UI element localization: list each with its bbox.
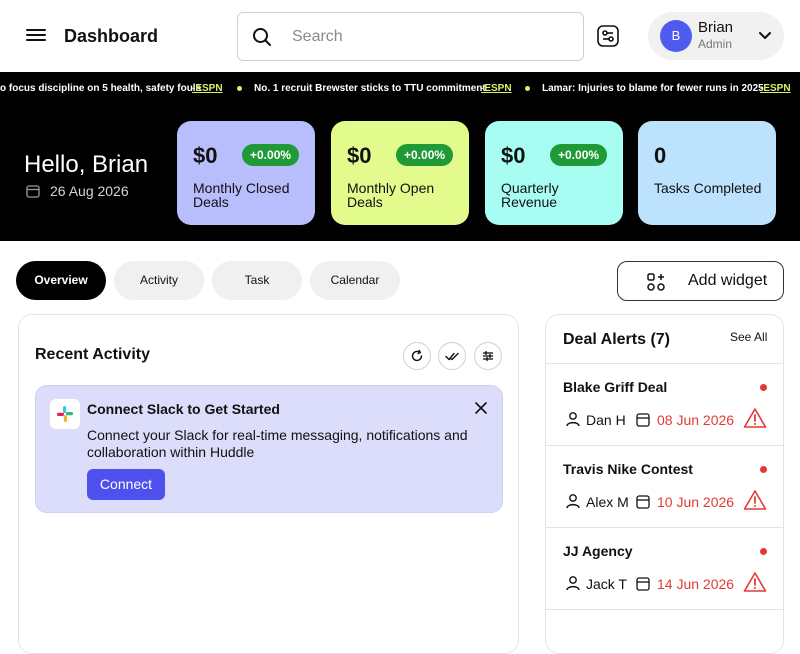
see-all-link[interactable]: See All xyxy=(730,330,767,344)
stat-value: $0 xyxy=(193,143,218,168)
add-widget-label: Add widget xyxy=(688,272,768,289)
search-input[interactable] xyxy=(292,25,572,49)
deal-owner: Alex M xyxy=(586,494,629,510)
activity-filter-button[interactable] xyxy=(474,342,502,370)
slack-connect-card: Connect Slack to Get Started Connect you… xyxy=(35,385,503,513)
tab-task[interactable]: Task xyxy=(212,261,302,300)
deal-alerts-title: Deal Alerts (7) xyxy=(563,331,670,348)
unread-dot xyxy=(760,548,767,555)
deal-owner: Jack T xyxy=(586,576,627,592)
stat-label: Monthly Closed Deals xyxy=(193,180,290,210)
page-title: Dashboard xyxy=(64,26,159,46)
stat-card-monthly-closed-deals[interactable]: $0 +0.00% Monthly Closed Deals xyxy=(177,121,315,225)
ticker-separator xyxy=(237,86,242,91)
deal-alert-item[interactable]: Blake Griff Deal Dan H 08 Jun 2026 xyxy=(546,364,783,446)
calendar-icon xyxy=(636,495,650,509)
ticker-separator xyxy=(525,86,530,91)
refresh-icon xyxy=(411,349,423,362)
double-check-icon xyxy=(445,352,459,361)
stat-value: $0 xyxy=(347,143,372,168)
tab-calendar[interactable]: Calendar xyxy=(310,261,400,300)
slack-card-description: Connect your Slack for real-time messagi… xyxy=(87,427,468,460)
refresh-button[interactable] xyxy=(403,342,431,370)
deal-owner: Dan H xyxy=(586,412,626,428)
deal-due-date: 08 Jun 2026 xyxy=(657,412,735,428)
user-name: Brian xyxy=(698,19,734,36)
connect-slack-button[interactable]: Connect xyxy=(87,469,165,500)
chevron-down-icon xyxy=(759,32,771,39)
ticker-headline[interactable]: No. 1 recruit Brewster sticks to TTU com… xyxy=(254,83,486,94)
change-badge: +0.00% xyxy=(550,144,608,166)
person-icon xyxy=(566,576,580,591)
ticker-source[interactable]: -ESPN xyxy=(481,83,512,94)
person-icon xyxy=(566,494,580,509)
recent-activity-title: Recent Activity xyxy=(35,346,150,363)
avatar: B xyxy=(660,20,692,52)
calendar-icon xyxy=(26,185,40,198)
unread-dot xyxy=(760,466,767,473)
user-menu[interactable]: B Brian Admin xyxy=(648,12,784,60)
top-header: Dashboard B Brian Admin xyxy=(0,0,800,72)
deal-alert-item[interactable]: Travis Nike Contest Alex M 10 Jun 2026 xyxy=(546,446,783,528)
hamburger-menu-icon[interactable] xyxy=(24,26,48,46)
welcome-banner: Hello, Brian 26 Aug 2026 $0 +0.00% Month… xyxy=(0,105,800,241)
calendar-icon xyxy=(636,577,650,591)
deal-due-date: 10 Jun 2026 xyxy=(657,494,735,510)
deal-due-date: 14 Jun 2026 xyxy=(657,576,735,592)
greeting-text: Hello, Brian xyxy=(24,151,149,178)
ticker-headline[interactable]: o focus discipline on 5 health, safety f… xyxy=(0,83,201,94)
news-ticker: o focus discipline on 5 health, safety f… xyxy=(0,72,800,105)
stat-value: $0 xyxy=(501,143,526,168)
slack-logo-icon xyxy=(50,399,80,429)
user-role: Admin xyxy=(698,37,733,51)
change-badge: +0.00% xyxy=(396,144,454,166)
tab-activity[interactable]: Activity xyxy=(114,261,204,300)
close-icon[interactable] xyxy=(473,400,489,416)
deal-name: Travis Nike Contest xyxy=(563,461,693,477)
stat-card-tasks-completed[interactable]: 0 Tasks Completed xyxy=(638,121,776,225)
deal-name: JJ Agency xyxy=(563,543,633,559)
warning-icon xyxy=(743,408,767,428)
deal-alert-item[interactable]: JJ Agency Jack T 14 Jun 2026 xyxy=(546,528,783,610)
ticker-source[interactable]: -ESPN xyxy=(192,83,223,94)
stat-value: 0 xyxy=(654,143,667,168)
stat-label: Tasks Completed xyxy=(654,180,762,196)
warning-icon xyxy=(743,490,767,510)
warning-icon xyxy=(743,572,767,592)
search-icon xyxy=(253,28,271,46)
stat-label: Quarterly Revenue xyxy=(501,180,559,210)
tab-overview[interactable]: Overview xyxy=(16,261,106,300)
filter-settings-icon[interactable] xyxy=(596,24,620,48)
person-icon xyxy=(566,412,580,427)
slack-card-title: Connect Slack to Get Started xyxy=(87,401,280,417)
change-badge: +0.00% xyxy=(242,144,300,166)
calendar-icon xyxy=(636,413,650,427)
sliders-icon xyxy=(483,351,493,361)
ticker-headline[interactable]: Lamar: Injuries to blame for fewer runs … xyxy=(542,83,764,94)
deal-name: Blake Griff Deal xyxy=(563,379,668,395)
search-box[interactable] xyxy=(237,12,584,61)
add-widget-button[interactable]: Add widget xyxy=(617,261,784,301)
ticker-source[interactable]: -ESPN xyxy=(760,83,791,94)
stat-card-quarterly-revenue[interactable]: $0 +0.00% Quarterly Revenue xyxy=(485,121,623,225)
date-label: 26 Aug 2026 xyxy=(50,183,129,199)
stat-card-monthly-open-deals[interactable]: $0 +0.00% Monthly Open Deals xyxy=(331,121,469,225)
stat-label: Monthly Open Deals xyxy=(347,180,435,210)
mark-all-read-button[interactable] xyxy=(438,342,466,370)
deal-alerts-panel: Deal Alerts (7) See All Blake Griff Deal… xyxy=(545,314,784,654)
recent-activity-panel: Recent Activity Connect Slack to Get Sta… xyxy=(18,314,519,654)
add-widget-icon xyxy=(647,273,665,291)
unread-dot xyxy=(760,384,767,391)
